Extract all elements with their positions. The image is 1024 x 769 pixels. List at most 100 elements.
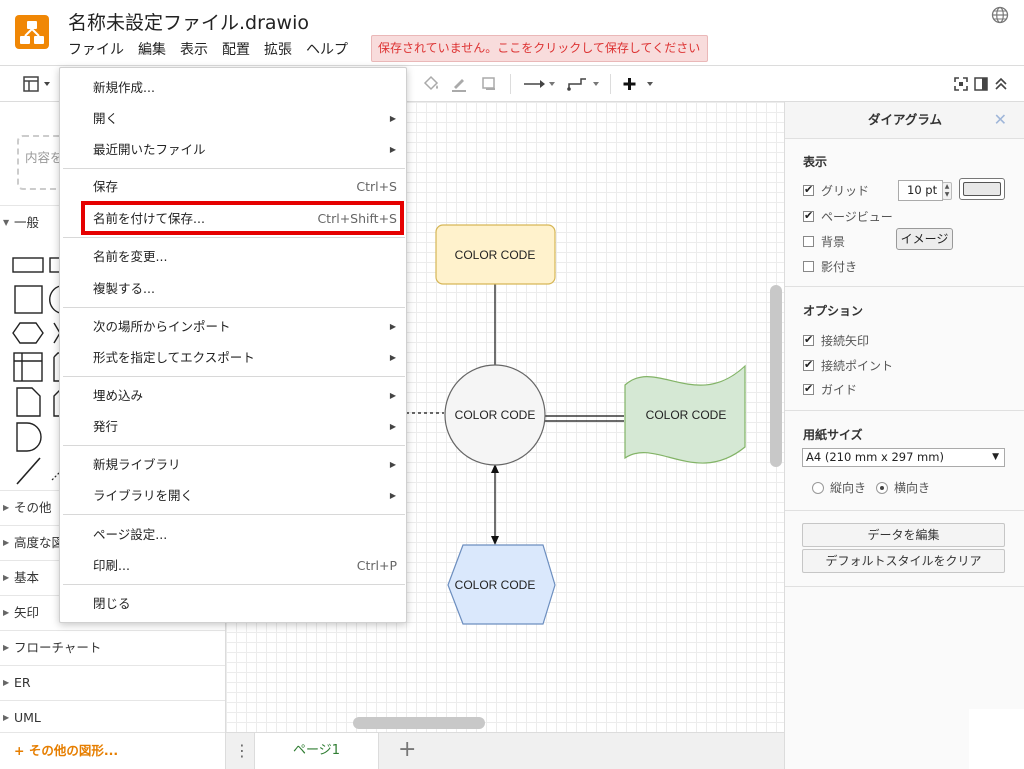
menu-item-label: 埋め込み xyxy=(93,388,144,403)
menu-item-label: 最近開いたファイル xyxy=(93,142,206,157)
language-globe-icon[interactable] xyxy=(990,5,1010,25)
rectangle-shape-icon[interactable] xyxy=(12,257,44,273)
menu-arrange[interactable]: 配置 xyxy=(222,40,258,60)
menu-item-open-library[interactable]: ライブラリを開く ▶ xyxy=(60,482,406,510)
square-shape-icon[interactable] xyxy=(14,285,43,314)
menu-item-save-as[interactable]: 名前を付けて保存... Ctrl+Shift+S xyxy=(60,205,406,233)
edit-data-button[interactable]: データを編集 xyxy=(802,523,1005,547)
shape-label: COLOR CODE xyxy=(646,408,727,422)
background-option[interactable]: 背景 xyxy=(803,233,845,250)
collapsed-triangle-icon: ▶ xyxy=(3,713,10,722)
menu-item-label: 形式を指定してエクスポート xyxy=(93,350,255,365)
unsaved-changes-notice[interactable]: 保存されていません。ここをクリックして保存してください xyxy=(371,35,708,62)
container-shape-icon[interactable] xyxy=(13,352,43,382)
close-icon[interactable]: ✕ xyxy=(994,102,1007,138)
menu-item-close[interactable]: 閉じる xyxy=(60,590,406,618)
submenu-arrow-icon: ▶ xyxy=(389,353,396,362)
menu-file[interactable]: ファイル xyxy=(68,40,132,60)
page-menu-icon[interactable]: ⋮ xyxy=(234,741,250,761)
menu-item-label: 保存 xyxy=(93,179,119,194)
drawio-logo[interactable] xyxy=(15,15,49,49)
menu-item-label: 印刷... xyxy=(93,558,130,573)
panel-divider xyxy=(785,410,1024,411)
vertical-scrollbar[interactable] xyxy=(770,285,782,467)
menu-item-recent-files[interactable]: 最近開いたファイル ▶ xyxy=(60,136,406,164)
document-title[interactable]: 名称未設定ファイル.drawio xyxy=(68,8,309,35)
guides-checkbox[interactable] xyxy=(803,382,814,395)
connection-style-button[interactable] xyxy=(520,72,558,96)
menu-item-new-library[interactable]: 新規ライブラリ ▶ xyxy=(60,451,406,479)
grid-option[interactable]: グリッド xyxy=(803,182,869,199)
menu-item-open[interactable]: 開く ▶ xyxy=(60,105,406,133)
panel-divider xyxy=(785,286,1024,287)
insert-button[interactable] xyxy=(620,72,658,96)
page-view-option[interactable]: ページビュー xyxy=(803,208,893,225)
toolbar-separator xyxy=(510,74,511,94)
page-tab-current[interactable]: ページ1 xyxy=(254,733,379,769)
menu-edit[interactable]: 編集 xyxy=(138,40,174,60)
note-shape-icon[interactable] xyxy=(16,387,41,417)
format-panel-toggle-icon[interactable] xyxy=(972,72,990,96)
menu-item-shortcut: Ctrl+Shift+S xyxy=(317,211,397,226)
menu-item-import-from[interactable]: 次の場所からインポート ▶ xyxy=(60,313,406,341)
shadow-option[interactable]: 影付き xyxy=(803,258,857,275)
more-shapes-button[interactable]: + その他の図形... xyxy=(0,732,225,769)
line-shape-icon[interactable] xyxy=(16,457,41,485)
menu-item-export-as[interactable]: 形式を指定してエクスポート ▶ xyxy=(60,344,406,372)
view-panels-button[interactable] xyxy=(20,72,56,96)
connection-arrows-option[interactable]: 接続矢印 xyxy=(803,332,869,349)
shape-label: COLOR CODE xyxy=(455,578,536,592)
portrait-option[interactable]: 縦向き xyxy=(812,479,866,496)
menu-extras[interactable]: 拡張 xyxy=(264,40,300,60)
submenu-arrow-icon: ▶ xyxy=(389,114,396,123)
grid-color-swatch[interactable] xyxy=(959,178,1005,200)
page-view-checkbox[interactable] xyxy=(803,209,814,222)
shadow-checkbox[interactable] xyxy=(803,261,814,272)
grid-size-input[interactable]: 10 pt xyxy=(898,180,943,201)
hexagon-shape-icon[interactable] xyxy=(12,322,44,344)
menu-item-rename[interactable]: 名前を変更... xyxy=(60,243,406,271)
add-page-button[interactable]: + xyxy=(398,737,416,763)
connection-points-option[interactable]: 接続ポイント xyxy=(803,357,893,374)
collapse-toolbar-icon[interactable] xyxy=(992,72,1010,96)
options-section-heading: オプション xyxy=(803,304,864,318)
sidebar-section-flowchart[interactable]: ▶ フローチャート xyxy=(0,630,225,665)
fullscreen-icon[interactable] xyxy=(952,72,970,96)
menu-view[interactable]: 表示 xyxy=(180,40,216,60)
corner-area xyxy=(969,709,1024,769)
sidebar-section-uml[interactable]: ▶ UML xyxy=(0,700,225,735)
menu-separator xyxy=(63,168,405,169)
expanded-triangle-icon: ▼ xyxy=(3,218,10,227)
menu-help[interactable]: ヘルプ xyxy=(306,40,356,60)
landscape-radio[interactable] xyxy=(876,481,888,494)
shadow-label: 影付き xyxy=(821,260,858,274)
waypoints-button[interactable] xyxy=(564,72,602,96)
background-image-button[interactable]: イメージ xyxy=(896,228,953,250)
line-color-icon[interactable] xyxy=(448,72,470,96)
connection-arrows-checkbox[interactable] xyxy=(803,333,814,346)
menu-item-new[interactable]: 新規作成... xyxy=(60,74,406,102)
background-checkbox[interactable] xyxy=(803,236,814,247)
landscape-option[interactable]: 横向き xyxy=(876,479,930,496)
grid-size-stepper[interactable]: ▲ ▼ xyxy=(942,182,952,200)
connection-points-checkbox[interactable] xyxy=(803,358,814,371)
portrait-radio[interactable] xyxy=(812,481,824,494)
shadow-icon[interactable] xyxy=(478,72,500,96)
fill-color-icon[interactable] xyxy=(420,72,442,96)
menu-item-duplicate[interactable]: 複製する... xyxy=(60,275,406,303)
menu-item-page-setup[interactable]: ページ設定... xyxy=(60,521,406,549)
guides-option[interactable]: ガイド xyxy=(803,381,857,398)
menu-item-print[interactable]: 印刷... Ctrl+P xyxy=(60,552,406,580)
paper-size-select[interactable]: A4 (210 mm x 297 mm) ▼ xyxy=(802,448,1005,467)
menu-separator xyxy=(63,514,405,515)
menu-item-embed[interactable]: 埋め込み ▶ xyxy=(60,382,406,410)
grid-checkbox[interactable] xyxy=(803,183,814,196)
sidebar-section-er[interactable]: ▶ ER xyxy=(0,665,225,700)
clear-default-style-button[interactable]: デフォルトスタイルをクリア xyxy=(802,549,1005,573)
layout-icon xyxy=(23,76,50,92)
menu-item-save[interactable]: 保存 Ctrl+S xyxy=(60,173,406,201)
menu-separator xyxy=(63,307,405,308)
horizontal-scrollbar[interactable] xyxy=(353,717,485,729)
menu-item-publish[interactable]: 発行 ▶ xyxy=(60,413,406,441)
delay-shape-icon[interactable] xyxy=(16,422,42,452)
